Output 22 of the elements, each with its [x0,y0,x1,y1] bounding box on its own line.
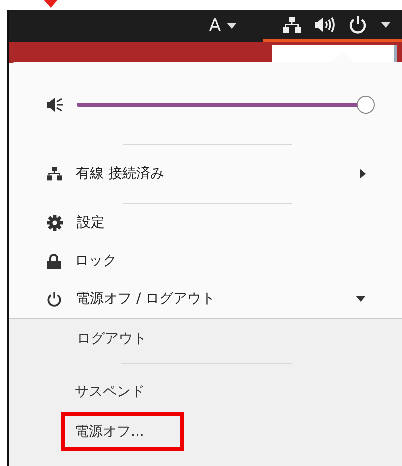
speaker-icon [315,16,335,32]
menu-item[interactable]: 電源オフ... [61,412,184,450]
lock-icon [47,254,61,268]
slider-handle[interactable] [357,96,376,114]
menu-item[interactable]: ログアウト [77,322,161,356]
power-icon [349,16,367,34]
caret-icon [381,22,391,28]
menu-item[interactable]: 有線 接続済み [9,145,402,203]
menu-item[interactable]: サスペンド [61,375,159,409]
menu-item[interactable]: ロック [9,242,402,280]
network-icon [47,167,62,181]
submenu-arrow-icon [360,169,366,179]
power-icon [47,292,62,306]
gear-icon [47,215,63,231]
speaker-muted-icon [47,97,65,113]
volume-slider[interactable] [77,96,375,114]
menu-item[interactable]: 設定 [9,204,402,242]
menu-item[interactable]: 電源オフ / ログアウト [9,280,402,318]
input-method-button[interactable]: A [205,16,241,36]
network-icon [283,16,301,32]
pointer-arrow-icon [44,0,58,8]
caret-icon [227,23,237,29]
